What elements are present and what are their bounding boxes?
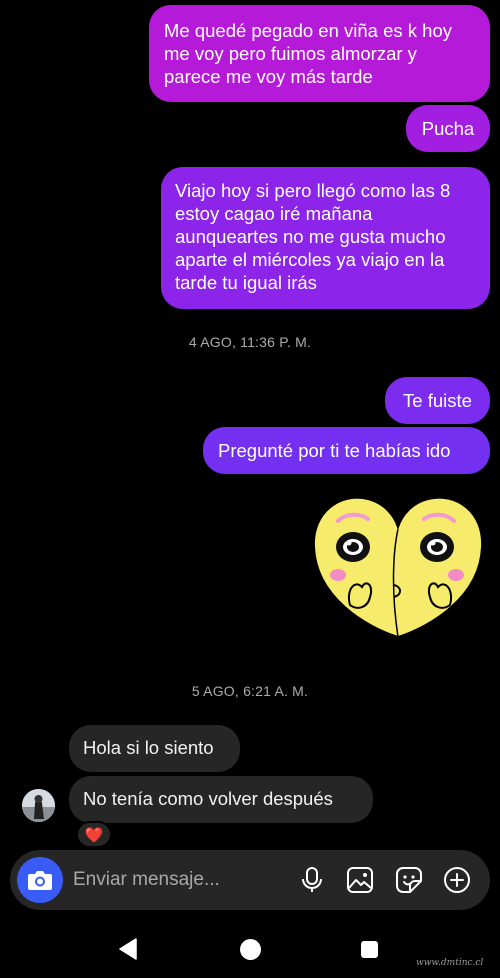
sent-message-bubble[interactable]: Pregunté por ti te habías ido [203, 427, 490, 474]
image-icon [347, 867, 373, 893]
add-button[interactable] [442, 865, 472, 895]
system-navigation-bar [0, 920, 500, 978]
chat-screen: Me quedé pegado en viña es k hoy me voy … [0, 0, 500, 978]
sticker-button[interactable] [394, 865, 424, 895]
received-message-bubble[interactable]: No tenía como volver después [69, 776, 373, 823]
heart-icon: ❤️ [84, 826, 104, 844]
received-message-bubble[interactable]: Hola si lo siento [69, 725, 240, 772]
camera-icon [28, 871, 52, 890]
microphone-icon [302, 867, 322, 892]
contact-avatar[interactable] [22, 789, 55, 822]
heart-reaction[interactable]: ❤️ [76, 821, 112, 848]
plus-circle-icon [444, 867, 470, 893]
sticker-icon [396, 867, 422, 893]
microphone-button[interactable] [297, 865, 327, 895]
message-composer [10, 850, 490, 910]
home-circle-icon[interactable] [240, 939, 261, 960]
watermark: www.dmtinc.cl [416, 958, 484, 968]
sent-message-bubble[interactable]: Te fuiste [385, 377, 490, 424]
timestamp-separator: 4 AGO, 11:36 P. M. [188, 334, 312, 350]
message-input[interactable] [73, 867, 273, 893]
heart-face-sticker[interactable] [306, 487, 490, 645]
camera-button[interactable] [17, 857, 63, 903]
recents-square-icon[interactable] [361, 941, 378, 958]
timestamp-separator: 5 AGO, 6:21 A. M. [191, 683, 309, 699]
gallery-button[interactable] [345, 865, 375, 895]
sent-message-bubble[interactable]: Pucha [406, 105, 490, 152]
sent-message-bubble[interactable]: Viajo hoy si pero llegó como las 8 estoy… [161, 167, 490, 309]
back-triangle-icon[interactable] [118, 938, 138, 960]
sent-message-bubble[interactable]: Me quedé pegado en viña es k hoy me voy … [149, 5, 490, 102]
